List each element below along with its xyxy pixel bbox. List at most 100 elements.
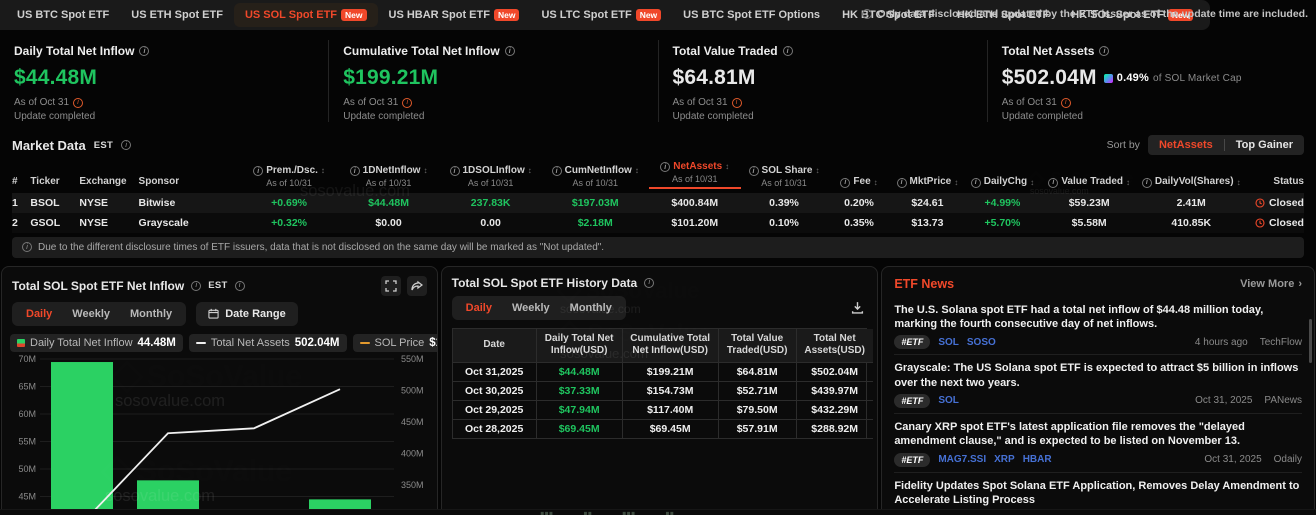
info-icon[interactable] bbox=[971, 178, 981, 188]
nav-tab-us-btc-spot-etf[interactable]: US BTC Spot ETF bbox=[6, 3, 120, 27]
news-item[interactable]: Grayscale: The US Solana spot ETF is exp… bbox=[894, 354, 1302, 413]
column-header-sol-share[interactable]: SOL Share↕As of 10/31 bbox=[741, 165, 828, 189]
sort-arrows-icon[interactable]: ↕ bbox=[1126, 178, 1130, 188]
nav-tab-label: US BTC Spot ETF Options bbox=[683, 9, 820, 21]
info-icon[interactable] bbox=[450, 166, 460, 176]
cell-value-traded: $59.23M bbox=[1041, 197, 1138, 209]
column-header-label: Sponsor bbox=[139, 176, 241, 189]
column-header-value-traded[interactable]: Value Traded↕ bbox=[1041, 176, 1138, 189]
info-icon[interactable] bbox=[1048, 178, 1058, 188]
stat-update-status: Update completed bbox=[14, 111, 314, 122]
column-header-prem-dsc-[interactable]: Prem./Dsc.↕As of 10/31 bbox=[241, 165, 338, 189]
market-cap-suffix: of SOL Market Cap bbox=[1153, 73, 1242, 84]
etf-tag-pill[interactable]: #ETF bbox=[894, 394, 930, 408]
news-tag-soso[interactable]: SOSO bbox=[967, 337, 996, 348]
sort-arrows-icon[interactable]: ↕ bbox=[815, 166, 819, 176]
column-header-label: Prem./Dsc.↕ bbox=[241, 165, 338, 178]
column-header-fee[interactable]: Fee↕ bbox=[827, 176, 890, 189]
info-icon[interactable] bbox=[1142, 178, 1152, 188]
info-icon[interactable] bbox=[749, 166, 759, 176]
stat-value-text: $44.48M bbox=[14, 66, 97, 90]
nav-tab-us-btc-spot-etf-options[interactable]: US BTC Spot ETF Options bbox=[672, 3, 831, 27]
sort-arrows-icon[interactable]: ↕ bbox=[635, 166, 639, 176]
nav-tab-us-ltc-spot-etf[interactable]: US LTC Spot ETFNew bbox=[530, 3, 672, 27]
download-button[interactable] bbox=[847, 298, 867, 318]
share-button[interactable] bbox=[407, 276, 427, 296]
fullscreen-button[interactable] bbox=[381, 276, 401, 296]
nav-tab-us-hbar-spot-etf[interactable]: US HBAR Spot ETFNew bbox=[378, 3, 531, 27]
stat-value: $199.21M bbox=[343, 66, 643, 90]
column-header-1dnetinflow[interactable]: 1DNetInflow↕As of 10/31 bbox=[338, 165, 440, 189]
bottom-panels: Total SOL Spot ETF Net Inflow EST bbox=[0, 266, 1316, 515]
history-row[interactable]: Oct 29,2025$47.94M$117.40M$79.50M$432.29… bbox=[453, 401, 867, 420]
alert-clock-icon[interactable] bbox=[402, 98, 412, 108]
view-more-link[interactable]: View More› bbox=[1236, 278, 1302, 290]
alert-clock-icon[interactable] bbox=[73, 98, 83, 108]
news-list: The U.S. Solana spot ETF had a total net… bbox=[894, 297, 1302, 515]
net-inflow-chart[interactable]: 70M65M60M55M50M45M40M550M500M450M400M350… bbox=[2, 342, 437, 515]
sort-arrows-icon[interactable]: ↕ bbox=[321, 166, 325, 176]
sort-option-netassets[interactable]: NetAssets bbox=[1148, 135, 1224, 155]
news-tag-mag7.ssi[interactable]: MAG7.SSI bbox=[938, 454, 986, 465]
net-inflow-chart-panel: Total SOL Spot ETF Net Inflow EST bbox=[1, 266, 438, 515]
news-item[interactable]: The U.S. Solana spot ETF had a total net… bbox=[894, 297, 1302, 355]
alert-clock-icon[interactable] bbox=[1061, 98, 1071, 108]
nav-tab-us-sol-spot-etf[interactable]: US SOL Spot ETFNew bbox=[234, 3, 378, 27]
news-tag-sol[interactable]: SOL bbox=[938, 395, 959, 406]
column-header-label: DailyVol(Shares)↕ bbox=[1138, 176, 1245, 189]
news-tag-xrp[interactable]: XRP bbox=[994, 454, 1015, 465]
history-tab-monthly[interactable]: Monthly bbox=[560, 299, 622, 317]
info-icon[interactable] bbox=[253, 166, 263, 176]
news-tag-hbar[interactable]: HBAR bbox=[1023, 454, 1052, 465]
info-icon bbox=[22, 242, 32, 252]
history-row[interactable]: Oct 31,2025$44.48M$199.21M$64.81M$502.04… bbox=[453, 363, 867, 382]
news-tag-sol[interactable]: SOL bbox=[938, 337, 959, 348]
alert-clock-icon[interactable] bbox=[732, 98, 742, 108]
market-table-row[interactable]: 1BSOLNYSEBitwise+0.69%$44.48M237.83K$197… bbox=[12, 193, 1304, 213]
column-header-mktprice[interactable]: MktPrice↕ bbox=[891, 176, 964, 189]
history-tab-weekly[interactable]: Weekly bbox=[502, 299, 560, 317]
news-time-source: Oct 31, 2025PANews bbox=[1195, 395, 1302, 406]
sort-arrows-icon[interactable]: ↕ bbox=[725, 162, 729, 172]
info-icon[interactable] bbox=[840, 178, 850, 188]
sort-arrows-icon[interactable]: ↕ bbox=[1237, 178, 1241, 188]
svg-text:55M: 55M bbox=[18, 436, 36, 446]
info-icon[interactable] bbox=[897, 178, 907, 188]
history-row[interactable]: Oct 28,2025$69.45M$69.45M$57.91M$288.92M bbox=[453, 420, 867, 439]
history-column-1: Daily Total Net Inflow(USD) bbox=[537, 329, 623, 363]
sort-arrows-icon[interactable]: ↕ bbox=[528, 166, 532, 176]
column-header-1dsolinflow[interactable]: 1DSOLInflow↕As of 10/31 bbox=[440, 165, 542, 189]
info-icon[interactable] bbox=[660, 162, 670, 172]
column-header-netassets[interactable]: NetAssets↕As of 10/31 bbox=[649, 161, 741, 189]
column-header-dailychg[interactable]: DailyChg↕ bbox=[964, 176, 1041, 189]
column-header-dailyvol-shares-[interactable]: DailyVol(Shares)↕ bbox=[1138, 176, 1245, 189]
etf-tag-pill[interactable]: #ETF bbox=[894, 335, 930, 349]
etf-tag-pill[interactable]: #ETF bbox=[894, 453, 930, 467]
sort-arrows-icon[interactable]: ↕ bbox=[1030, 178, 1034, 188]
column-header-asof: As of 10/31 bbox=[542, 178, 649, 189]
info-icon[interactable] bbox=[1099, 46, 1109, 56]
chart-tab-weekly[interactable]: Weekly bbox=[62, 305, 120, 323]
info-icon[interactable] bbox=[552, 166, 562, 176]
chart-tab-daily[interactable]: Daily bbox=[16, 305, 62, 323]
nav-tab-us-eth-spot-etf[interactable]: US ETH Spot ETF bbox=[120, 3, 234, 27]
sort-option-top-gainer[interactable]: Top Gainer bbox=[1225, 135, 1304, 155]
fullscreen-icon bbox=[385, 280, 397, 292]
sort-arrows-icon[interactable]: ↕ bbox=[423, 166, 427, 176]
info-icon[interactable] bbox=[350, 166, 360, 176]
market-table-row[interactable]: 2GSOLNYSEGrayscale+0.32%$0.000.00$2.18M$… bbox=[12, 213, 1304, 233]
cell-1dsolinflow: 0.00 bbox=[440, 217, 542, 229]
date-range-button[interactable]: Date Range bbox=[196, 302, 298, 326]
news-item[interactable]: Canary XRP spot ETF's latest application… bbox=[894, 413, 1302, 472]
clock-icon bbox=[1255, 198, 1265, 208]
chart-tab-monthly[interactable]: Monthly bbox=[120, 305, 182, 323]
info-icon[interactable] bbox=[505, 46, 515, 56]
sort-arrows-icon[interactable]: ↕ bbox=[954, 178, 958, 188]
news-scrollbar[interactable] bbox=[1309, 319, 1312, 363]
column-header-cumnetinflow[interactable]: CumNetInflow↕As of 10/31 bbox=[542, 165, 649, 189]
info-icon[interactable] bbox=[783, 46, 793, 56]
history-tab-daily[interactable]: Daily bbox=[456, 299, 502, 317]
sort-arrows-icon[interactable]: ↕ bbox=[874, 178, 878, 188]
history-row[interactable]: Oct 30,2025$37.33M$154.73M$52.71M$439.97… bbox=[453, 382, 867, 401]
info-icon[interactable] bbox=[139, 46, 149, 56]
